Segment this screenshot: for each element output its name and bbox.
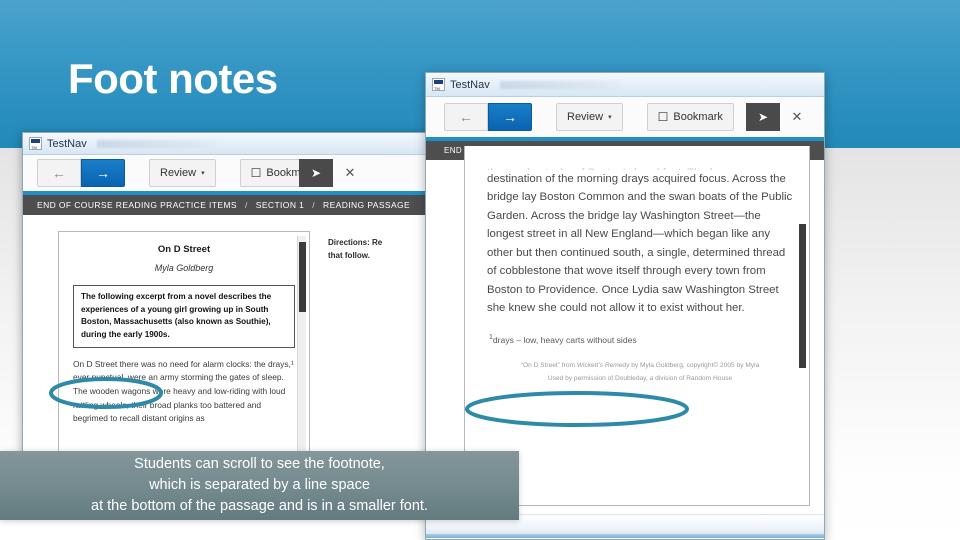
review-label-right: Review: [567, 111, 604, 123]
titlebar-right: TestNav: [426, 73, 824, 97]
caption-line-3: at the bottom of the passage and is in a…: [91, 498, 428, 514]
passage-author-left: Myla Goldberg: [154, 263, 214, 273]
pointer-tool-icon[interactable]: ➤: [299, 159, 333, 187]
directions-text-left: Directions: Re that follow.: [328, 237, 425, 263]
window-title-right: TestNav: [450, 78, 490, 91]
caption-line-2: which is separated by a line space: [149, 476, 370, 493]
titlebar-left: TestNav: [23, 133, 425, 155]
pointer-tool-icon-right[interactable]: ➤: [746, 103, 780, 131]
passage-title-left: On D Street: [157, 244, 211, 255]
chevron-down-icon: ▾: [201, 170, 205, 177]
passage-scroll-thumb-left[interactable]: [299, 242, 306, 312]
directions-line2-left: that follow.: [328, 250, 370, 260]
copyright-prefix: “On D Street” from: [520, 361, 577, 369]
breadcrumb-separator-2: /: [312, 200, 316, 210]
close-tool-icon[interactable]: ✕: [333, 159, 367, 187]
close-tool-icon-right[interactable]: ✕: [780, 103, 814, 131]
toolbar-left: ← → Review ▾ ☐ Bookmark ➤ ✕: [23, 155, 425, 195]
copyright-suffix: by Myla Goldberg, copyright© 2005 by Myl…: [629, 361, 760, 369]
footnote-text: drays – low, heavy carts without sides: [492, 334, 637, 345]
copyright-book-title: Wickett’s Remedy: [576, 361, 630, 369]
testnav-app-icon-right: [432, 78, 445, 91]
previous-button-left[interactable]: ←: [37, 159, 81, 187]
copyright-line-2: Used by permission of Doubleday, a divis…: [547, 375, 733, 383]
breadcrumb-item-passage-left[interactable]: READING PASSAGE: [323, 200, 410, 210]
review-menu-button-left[interactable]: Review ▾: [149, 159, 216, 187]
passage-scrollbar-right[interactable]: [798, 148, 807, 503]
review-menu-button-right[interactable]: Review ▾: [556, 103, 623, 131]
next-button-left[interactable]: →: [81, 159, 125, 187]
page-title: Foot notes: [68, 55, 278, 102]
breadcrumb-separator: /: [245, 200, 248, 210]
bookmark-icon: ☐: [250, 166, 262, 180]
window-title-left: TestNav: [47, 137, 87, 150]
passage-body-right: destination of the morning drays acquire…: [487, 173, 793, 315]
directions-line1-left: Directions: Re: [328, 238, 383, 247]
caption-line-1: Students can scroll to see the footnote,: [134, 455, 385, 472]
tool-group-left: ➤ ✕: [299, 159, 367, 187]
passage-body-left: On D Street there was no need for alarm …: [73, 358, 294, 424]
passage-intro-box-left: The following excerpt from a novel descr…: [73, 285, 295, 348]
chevron-down-icon-right: ▾: [608, 114, 612, 121]
bookmark-icon-right: ☐: [657, 110, 669, 124]
caption-callout: Students can scroll to see the footnote,…: [0, 451, 519, 520]
copyright-right: “On D Street” from Wickett’s Remedy by M…: [487, 359, 793, 387]
bookmark-button-right[interactable]: ☐ Bookmark: [646, 103, 734, 131]
copyright-line-1: “On D Street” from Wickett’s Remedy by M…: [495, 359, 785, 373]
previous-button-right[interactable]: ←: [444, 103, 488, 131]
review-label-left: Review: [160, 167, 197, 179]
breadcrumb-item-test-left[interactable]: END OF COURSE READING PRACTICE ITEMS: [37, 200, 237, 210]
passage-scroll-thumb-right[interactable]: [799, 224, 806, 368]
titlebar-blurred-text: [96, 139, 217, 148]
footnote-right: 1drays – low, heavy carts without sides: [487, 334, 793, 345]
breadcrumb-item-section-left[interactable]: SECTION 1: [256, 200, 304, 210]
passage-text-wrapper-right: the smokestacks of Boston's breakfast. T…: [465, 146, 809, 386]
toolbar-right: ← → Review ▾ ☐ Bookmark ➤ ✕: [426, 97, 824, 141]
bookmark-label-right: Bookmark: [673, 111, 723, 123]
testnav-app-icon: [29, 137, 42, 150]
next-button-right[interactable]: →: [488, 103, 532, 131]
titlebar-blurred-text-right: [499, 80, 620, 89]
tool-group-right: ➤ ✕: [746, 103, 814, 131]
breadcrumb-left: END OF COURSE READING PRACTICE ITEMS / S…: [23, 195, 425, 215]
